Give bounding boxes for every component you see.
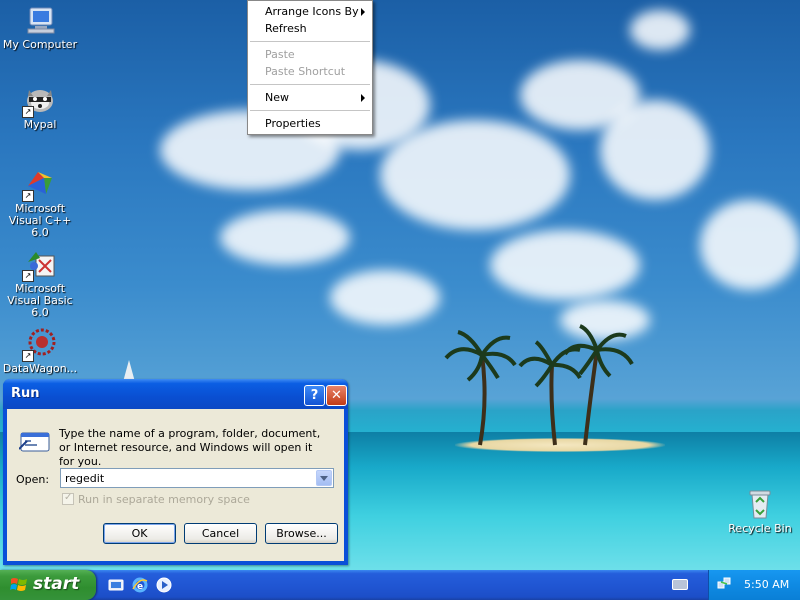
clock[interactable]: 5:50 AM (744, 578, 789, 591)
cloud (600, 100, 710, 200)
datawagon-icon: ↗ (22, 328, 56, 362)
run-dialog: Run ? ✕ Type the name of a program, fold… (3, 379, 348, 565)
menu-item-refresh[interactable]: Refresh (248, 20, 372, 37)
cancel-button[interactable]: Cancel (184, 523, 257, 544)
run-description: Type the name of a program, folder, docu… (59, 427, 321, 468)
separate-memory-label: Run in separate memory space (78, 493, 250, 506)
menu-item-paste[interactable]: Paste (248, 46, 372, 63)
windows-flag-icon (10, 577, 28, 593)
cloud (220, 210, 350, 265)
menu-item-paste-shortcut[interactable]: Paste Shortcut (248, 63, 372, 80)
close-button[interactable]: ✕ (326, 385, 347, 406)
open-input-value[interactable]: regedit (65, 472, 104, 485)
my-computer-icon (24, 4, 56, 36)
open-label: Open: (16, 473, 50, 486)
menu-separator (250, 41, 370, 42)
desktop-icon-label: DataWagon... (2, 362, 78, 375)
menu-item-new[interactable]: New (248, 89, 372, 106)
separate-memory-checkbox[interactable] (62, 492, 74, 505)
cloud (630, 10, 690, 50)
run-dialog-titlebar[interactable]: Run ? ✕ (3, 379, 348, 409)
dialog-title: Run (11, 386, 40, 401)
desktop-icon-label: Microsoft Visual C++ 6.0 (8, 202, 72, 239)
menu-item-label: Paste Shortcut (265, 65, 346, 78)
palm-trees (444, 324, 634, 446)
desktop-icon-datawagon[interactable]: ↗ DataWagon... (0, 328, 80, 375)
menu-item-label: Paste (265, 48, 295, 61)
submenu-arrow-icon (361, 94, 365, 102)
desktop-icon-label: Recycle Bin (728, 522, 792, 535)
shortcut-arrow-icon: ↗ (22, 106, 34, 118)
show-desktop-icon[interactable] (108, 577, 124, 593)
cloud (700, 200, 800, 290)
ok-button[interactable]: OK (103, 523, 176, 544)
desktop-icon-label: Microsoft Visual Basic 6.0 (7, 282, 73, 319)
visual-basic-icon: ↗ (22, 248, 56, 282)
desktop-context-menu: Arrange Icons By Refresh Paste Paste Sho… (247, 0, 373, 135)
desktop-icon-visual-basic[interactable]: ↗ Microsoft Visual Basic 6.0 (0, 248, 80, 319)
desktop-icon-my-computer[interactable]: My Computer (0, 4, 80, 51)
cloud (490, 230, 640, 300)
menu-item-properties[interactable]: Properties (248, 115, 372, 132)
desktop-icon-visual-cpp[interactable]: ↗ Microsoft Visual C++ 6.0 (0, 168, 80, 239)
menu-item-label: New (265, 91, 289, 104)
open-combobox[interactable]: regedit (60, 468, 334, 488)
desktop-icon-recycle-bin[interactable]: Recycle Bin (720, 488, 800, 535)
recycle-bin-icon (744, 488, 776, 520)
svg-text:e: e (137, 582, 143, 592)
cloud (380, 120, 570, 230)
media-player-icon[interactable] (156, 577, 172, 593)
menu-item-label: Properties (265, 117, 321, 130)
start-button[interactable]: start (0, 570, 96, 600)
menu-separator (250, 110, 370, 111)
run-dialog-body: Type the name of a program, folder, docu… (7, 409, 344, 561)
shortcut-arrow-icon: ↗ (22, 270, 34, 282)
menu-item-label: Arrange Icons By (265, 5, 359, 18)
help-button[interactable]: ? (304, 385, 325, 406)
menu-item-arrange-icons-by[interactable]: Arrange Icons By (248, 3, 372, 20)
desktop-icon-label: My Computer (2, 38, 78, 51)
desktop-icon-label: Mypal (23, 118, 57, 131)
internet-explorer-icon[interactable]: e (132, 577, 148, 593)
menu-item-label: Refresh (265, 22, 307, 35)
browse-button[interactable]: Browse... (265, 523, 338, 544)
network-icon[interactable] (717, 576, 731, 590)
desktop-icon-mypal[interactable]: ↗ Mypal (0, 84, 80, 131)
shortcut-arrow-icon: ↗ (22, 190, 34, 202)
mypal-icon: ↗ (22, 84, 56, 118)
keyboard-icon[interactable] (672, 579, 688, 590)
submenu-arrow-icon (361, 8, 365, 16)
visual-cpp-icon: ↗ (22, 168, 56, 202)
menu-separator (250, 84, 370, 85)
chevron-down-icon[interactable] (316, 470, 332, 486)
shortcut-arrow-icon: ↗ (22, 350, 34, 362)
start-label: start (33, 574, 80, 594)
cloud (330, 270, 440, 325)
run-icon (18, 431, 51, 453)
